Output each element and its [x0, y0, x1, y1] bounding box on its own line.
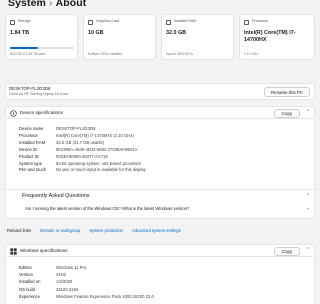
chevron-up-icon[interactable]: ⌃: [306, 247, 310, 253]
storage-card-sub: 803 GB of 1.84 TB used: [10, 52, 46, 56]
spec-value: Intel(R) Core(TM) i7-14700HX (2.10 GHz): [56, 132, 134, 138]
spec-key: OS build: [19, 286, 36, 292]
spec-value: 00330-80000-48377-AA719: [56, 153, 108, 159]
spec-key: Experience: [19, 293, 40, 299]
storage-card-value: 1.84 TB: [10, 30, 30, 36]
spec-key: Edition: [19, 265, 32, 270]
storage-icon: [10, 20, 15, 25]
installed-ram-sub: Speed: 5600 MT/s: [166, 52, 193, 56]
processor-card[interactable]: Processor Intel(R) Core(TM) i7-14700HX 2…: [239, 14, 315, 60]
faq-title: Frequently Asked Questions: [22, 193, 90, 199]
storage-card[interactable]: Storage 1.84 TB 803 GB of 1.84 TB used: [5, 14, 78, 60]
link-domain-workgroup[interactable]: Domain or workgroup: [40, 228, 80, 233]
spec-key: System type: [19, 160, 43, 166]
device-specs-title: Device specifications: [20, 110, 63, 115]
spec-value: No pen or touch input is available for t…: [56, 167, 146, 173]
graphics-card-icon: [88, 20, 93, 25]
spec-key: Installed RAM: [19, 139, 46, 145]
installed-ram-value: 32.0 GB: [166, 30, 187, 36]
spec-row: Device ID 9F2399A-A849-4D44-9682-37038AF6…: [19, 147, 137, 153]
spec-value: 26100.3194: [56, 286, 79, 292]
breadcrumb-system[interactable]: System: [8, 0, 46, 9]
graphics-card-value: 10 GB: [88, 30, 104, 36]
spec-key: Pen and touch: [19, 167, 47, 173]
processor-icon: [244, 20, 249, 25]
link-system-protection[interactable]: System protection: [89, 228, 123, 233]
graphics-card-card[interactable]: Graphics Card 10 GB Multiple GPUs instal…: [83, 14, 156, 60]
spec-row: Device name DESKTOP-FL3G3D6: [19, 126, 96, 132]
chevron-down-icon[interactable]: ⌄: [306, 205, 310, 211]
link-advanced-system-settings[interactable]: Advanced system settings: [132, 228, 181, 233]
processor-card-value: Intel(R) Core(TM) i7-14700HX: [244, 30, 296, 43]
device-specs-copy-button[interactable]: Copy: [274, 109, 300, 118]
page-title: System › About: [8, 0, 86, 9]
spec-row: Installed on 1/2/2025: [19, 279, 72, 285]
windows-specs-copy-button[interactable]: Copy: [274, 247, 300, 256]
installed-ram-label: Installed RAM: [174, 19, 197, 23]
ram-icon: [166, 20, 171, 25]
spec-value: 24H2: [56, 272, 67, 278]
windows-logo-icon: [10, 248, 17, 255]
breadcrumb-separator: ›: [48, 0, 53, 9]
device-name: DESKTOP-FL3G3D6: [9, 86, 51, 91]
installed-ram-card[interactable]: Installed RAM 32.0 GB Speed: 5600 MT/s: [161, 14, 234, 60]
faq-panel: Frequently Asked Questions ⌃ Am I runnin…: [5, 189, 315, 219]
device-specs-header[interactable]: Device specifications Copy ⌃: [5, 106, 315, 119]
windows-specs-header[interactable]: Windows specifications Copy ⌃: [5, 244, 315, 257]
spec-row: Experience Windows Feature Experience Pac…: [19, 294, 154, 300]
info-icon: [10, 110, 17, 117]
spec-row: Version 24H2: [19, 272, 66, 278]
spec-key: Version: [19, 272, 33, 278]
spec-row: Edition Windows 11 Pro: [19, 265, 86, 271]
spec-key: Device ID: [19, 146, 38, 152]
graphics-card-sub: Multiple GPUs installed: [88, 52, 123, 56]
processor-card-label: Processor: [252, 19, 269, 23]
chevron-up-icon[interactable]: ⌃: [306, 109, 310, 115]
device-name-panel: DESKTOP-FL3G3D6 Victus by HP Gaming Lapt…: [5, 83, 315, 100]
storage-usage-fill: [10, 47, 39, 49]
device-model: Victus by HP Gaming Laptop 16-r1xxx: [9, 92, 69, 96]
spec-row: Product ID 00330-80000-48377-AA719: [19, 154, 108, 160]
spec-value: Windows Feature Experience Pack 1000.261…: [56, 293, 154, 299]
spec-value: 1/2/2025: [56, 279, 73, 285]
spec-key: Device name: [19, 126, 44, 131]
spec-key: Processor: [19, 132, 38, 138]
spec-row: Installed RAM 32.0 GB (31.7 GB usable): [19, 140, 104, 146]
spec-key: Installed on: [19, 279, 41, 285]
windows-specs-title: Windows specifications: [20, 248, 68, 253]
breadcrumb-current: About: [55, 0, 87, 9]
spec-value: DESKTOP-FL3G3D6: [56, 126, 96, 131]
spec-row: OS build 26100.3194: [19, 287, 78, 293]
spec-value: 32.0 GB (31.7 GB usable): [56, 139, 105, 145]
spec-value: 9F2399A-A849-4D44-9682-37038AF66D1A: [56, 146, 138, 152]
spec-value: Windows 11 Pro: [56, 265, 87, 270]
processor-card-sub: 2.10 GHz: [244, 52, 258, 56]
graphics-card-label: Graphics Card: [96, 19, 120, 23]
rename-pc-button[interactable]: Rename this PC: [264, 87, 310, 97]
storage-usage-bar: [10, 47, 74, 49]
related-links-label: Related links: [7, 228, 31, 233]
spec-row: System type 64-bit operating system, x64-…: [19, 161, 141, 167]
spec-value: 64-bit operating system, x64-based proce…: [56, 160, 141, 166]
related-links-bar: Related links Domain or workgroup System…: [7, 228, 181, 233]
spec-row: Processor Intel(R) Core(TM) i7-14700HX (2…: [19, 133, 134, 139]
spec-row: Pen and touch No pen or touch input is av…: [19, 167, 146, 173]
chevron-up-icon[interactable]: ⌃: [306, 193, 310, 199]
spec-key: Product ID: [19, 153, 39, 159]
storage-card-label: Storage: [18, 19, 31, 23]
faq-question[interactable]: Am I running the latest version of the W…: [25, 206, 189, 211]
